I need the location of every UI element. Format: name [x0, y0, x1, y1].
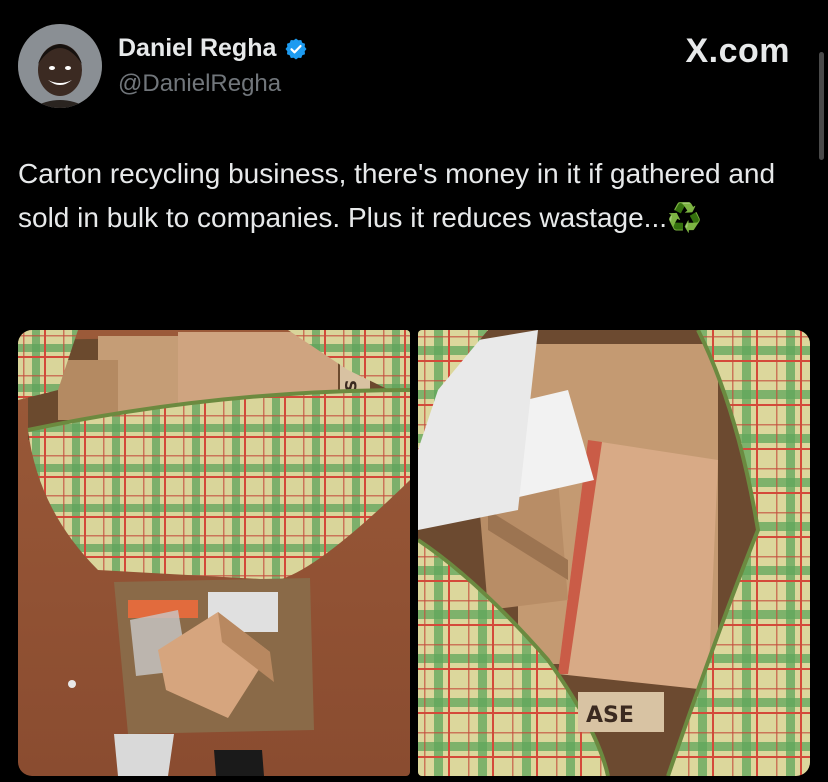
media-photo-2[interactable]: ASE: [418, 330, 810, 776]
media-photo-1[interactable]: SE: [18, 330, 410, 776]
photo-open-bag-cartons: ASE: [418, 330, 810, 776]
scrollbar[interactable]: [819, 52, 824, 160]
verified-badge-icon: [284, 37, 308, 61]
author-name-row[interactable]: Daniel Regha: [118, 34, 308, 63]
brand-watermark: X.com: [685, 32, 790, 70]
tweet-screenshot: Daniel Regha @DanielRegha X.com Carton r…: [0, 0, 828, 782]
photo-plaid-bag-and-box: SE: [18, 330, 410, 776]
box-print-ase: ASE: [586, 703, 634, 728]
tweet-text: Carton recycling business, there's money…: [18, 152, 818, 240]
tweet-body: Carton recycling business, there's money…: [18, 158, 776, 233]
avatar-photo: [18, 24, 102, 108]
avatar[interactable]: [18, 24, 102, 108]
recycle-icon: ♻️: [667, 202, 702, 233]
author-display-name[interactable]: Daniel Regha: [118, 34, 276, 63]
author-handle[interactable]: @DanielRegha: [118, 70, 281, 98]
